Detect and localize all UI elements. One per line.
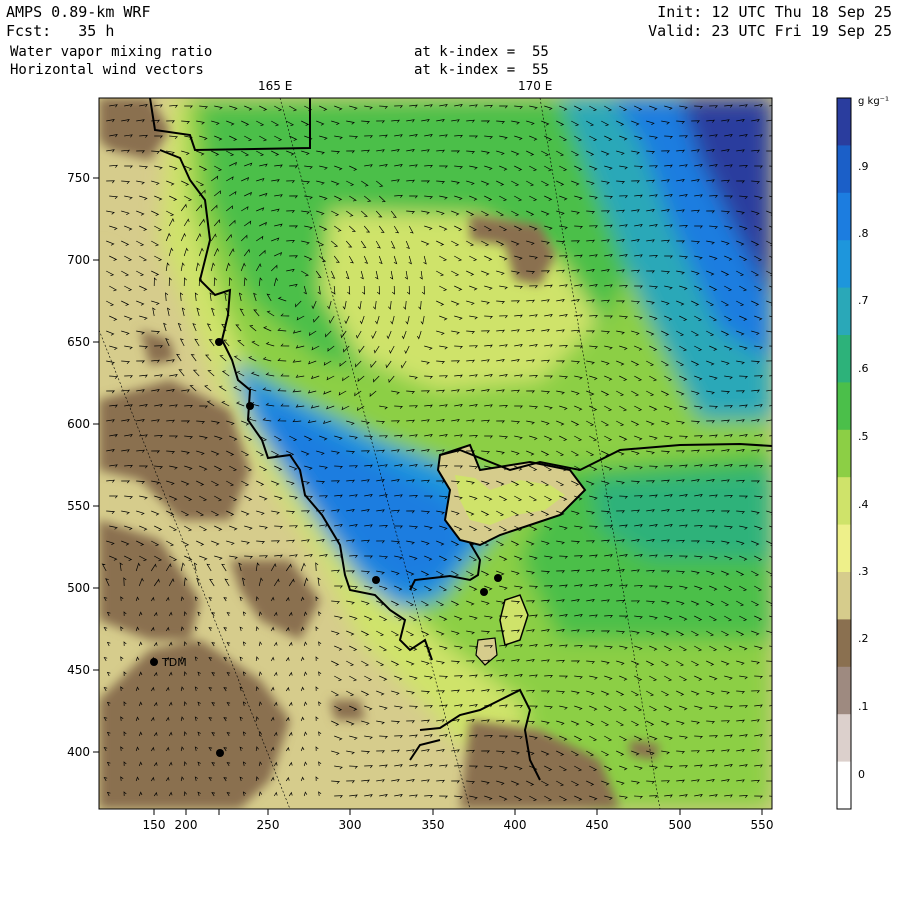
colorbar-unit: g kg⁻¹ (858, 96, 889, 107)
y-tick-label: 400 (67, 745, 90, 759)
map-plot-area: TDM (99, 98, 772, 809)
y-tick-label: 450 (67, 663, 90, 677)
colorbar-swatch (837, 240, 851, 289)
y-tick-label: 750 (67, 171, 90, 185)
colorbar-swatch (837, 192, 851, 241)
station-label-tdm: TDM (161, 656, 187, 669)
colorbar-label: .7 (858, 294, 869, 307)
colorbar-label: .2 (858, 632, 869, 645)
colorbar-label: 0 (858, 768, 865, 781)
colorbar-label: .6 (858, 362, 869, 375)
map-figure: TDM 165 E 170 E 150 200 250 300 350 400 … (67, 79, 889, 832)
colorbar-label: .3 (858, 565, 869, 578)
station-dot-tdm (150, 658, 158, 666)
x-tick-label: 150 (143, 818, 166, 832)
colorbar-swatch (837, 572, 851, 620)
y-tick-label: 600 (67, 417, 90, 431)
x-tick-label: 200 (175, 818, 198, 832)
lon-label-165e: 165 E (258, 79, 292, 93)
colorbar-swatch (837, 145, 851, 194)
colorbar-swatch (837, 429, 851, 478)
y-tick-label: 500 (67, 581, 90, 595)
colorbar-label: .5 (858, 430, 869, 443)
x-tick-label: 300 (339, 818, 362, 832)
y-tick-label: 650 (67, 335, 90, 349)
y-axis: 750 700 650 600 550 500 450 400 (67, 171, 99, 759)
x-tick-label: 400 (504, 818, 527, 832)
station-dot (215, 338, 223, 346)
x-tick-label: 550 (751, 818, 774, 832)
colorbar-label: .4 (858, 498, 869, 511)
station-dot (372, 576, 380, 584)
station-dot (246, 402, 254, 410)
colorbar-label: .1 (858, 700, 869, 713)
y-tick-label: 700 (67, 253, 90, 267)
lon-label-170e: 170 E (518, 79, 552, 93)
x-tick-label: 350 (422, 818, 445, 832)
x-tick-label: 500 (669, 818, 692, 832)
colorbar-swatch (837, 524, 851, 573)
colorbar-swatches (837, 98, 851, 810)
station-dot (480, 588, 488, 596)
colorbar-swatch (837, 335, 851, 383)
x-tick-label: 450 (586, 818, 609, 832)
x-tick-label: 250 (257, 818, 280, 832)
colorbar-swatch (837, 714, 851, 763)
colorbar-swatch (837, 382, 851, 431)
colorbar-swatch (837, 98, 851, 146)
colorbar-swatch (837, 666, 851, 715)
colorbar-swatch (837, 619, 851, 668)
y-tick-label: 550 (67, 499, 90, 513)
colorbar: g kg⁻¹ .9 .8 .7 .6 .5 .4 .3 .2 .1 0 (836, 96, 889, 810)
station-dot (494, 574, 502, 582)
colorbar-label: .9 (858, 160, 869, 173)
colorbar-swatch (837, 761, 851, 810)
station-dot (216, 749, 224, 757)
colorbar-label: .8 (858, 227, 869, 240)
colorbar-swatch (837, 287, 851, 336)
colorbar-swatch (837, 477, 851, 526)
x-axis: 150 200 250 300 350 400 450 500 550 (143, 809, 774, 832)
